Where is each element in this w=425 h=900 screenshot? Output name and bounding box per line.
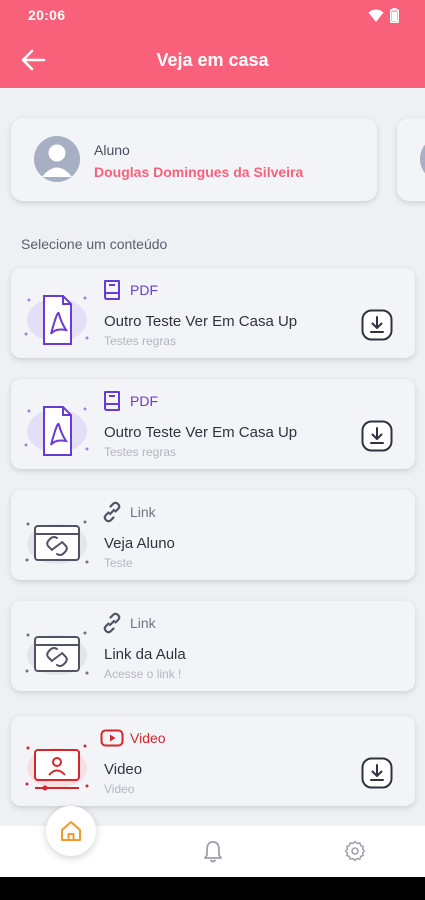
item-type-label: Link xyxy=(130,504,156,520)
content-item-video[interactable]: Video Video Video xyxy=(11,716,415,806)
item-type-tag: Link xyxy=(100,611,156,635)
bottom-navigation xyxy=(0,806,425,877)
avatar xyxy=(34,136,80,182)
item-title: Veja Aluno xyxy=(104,535,175,552)
nav-home-button[interactable] xyxy=(46,806,96,856)
item-type-label: PDF xyxy=(130,393,158,409)
item-type-tag: PDF xyxy=(100,389,158,413)
book-icon xyxy=(104,280,120,300)
item-title: Link da Aula xyxy=(104,646,186,663)
item-type-tag: Video xyxy=(100,726,166,750)
content-item-link[interactable]: Link Veja Aluno Teste xyxy=(11,490,415,580)
avatar xyxy=(420,136,425,182)
link-illustration-icon xyxy=(25,631,89,675)
status-icons xyxy=(368,8,399,23)
download-icon[interactable] xyxy=(361,420,393,452)
student-card-next[interactable] xyxy=(397,118,425,201)
item-type-label: Video xyxy=(130,730,166,746)
student-card[interactable]: Aluno Douglas Domingues da Silveira xyxy=(11,118,377,201)
user-icon xyxy=(42,144,72,177)
download-icon[interactable] xyxy=(361,757,393,789)
item-title: Outro Teste Ver Em Casa Up xyxy=(104,313,298,330)
pdf-illustration-icon xyxy=(24,295,89,345)
item-subtitle: Video xyxy=(104,782,135,796)
link-icon xyxy=(103,501,121,523)
youtube-icon xyxy=(100,729,124,747)
link-icon xyxy=(103,612,121,634)
page-title: Veja em casa xyxy=(156,50,269,70)
student-name: Douglas Domingues da Silveira xyxy=(94,164,304,180)
book-icon xyxy=(104,391,120,411)
pdf-illustration-icon xyxy=(24,406,89,456)
download-icon[interactable] xyxy=(361,309,393,341)
item-type-tag: PDF xyxy=(100,278,158,302)
item-type-tag: Link xyxy=(100,500,156,524)
item-type-label: Link xyxy=(130,615,156,631)
item-title: Outro Teste Ver Em Casa Up xyxy=(104,424,298,441)
item-subtitle: Teste xyxy=(104,556,133,570)
item-subtitle: Testes regras xyxy=(104,334,177,348)
video-illustration-icon xyxy=(25,744,89,791)
system-navigation-bar xyxy=(0,877,425,900)
item-subtitle: Acesse o link ! xyxy=(104,667,182,681)
student-label: Aluno xyxy=(94,142,130,158)
content-item-link[interactable]: Link Link da Aula Acesse o link ! xyxy=(11,601,415,691)
item-type-label: PDF xyxy=(130,282,158,298)
status-time: 20:06 xyxy=(28,7,66,23)
battery-icon xyxy=(390,8,399,23)
home-icon xyxy=(61,821,81,841)
screen: 20:06 Veja em casa Aluno Douglas Domingu… xyxy=(0,0,425,877)
gear-icon[interactable] xyxy=(344,840,366,862)
content-item-pdf[interactable]: PDF Outro Teste Ver Em Casa Up Testes re… xyxy=(11,379,415,469)
item-title: Video xyxy=(104,761,143,778)
content-area[interactable]: Aluno Douglas Domingues da Silveira Sele… xyxy=(0,88,425,826)
content-item-pdf[interactable]: PDF Outro Teste Ver Em Casa Up Testes re… xyxy=(11,268,415,358)
section-title: Selecione um conteúdo xyxy=(21,236,168,252)
bell-icon[interactable] xyxy=(202,840,224,864)
app-bar: Veja em casa xyxy=(0,32,425,88)
wifi-icon xyxy=(368,9,384,22)
item-subtitle: Testes regras xyxy=(104,445,177,459)
status-bar: 20:06 xyxy=(0,0,425,32)
link-illustration-icon xyxy=(25,520,89,564)
